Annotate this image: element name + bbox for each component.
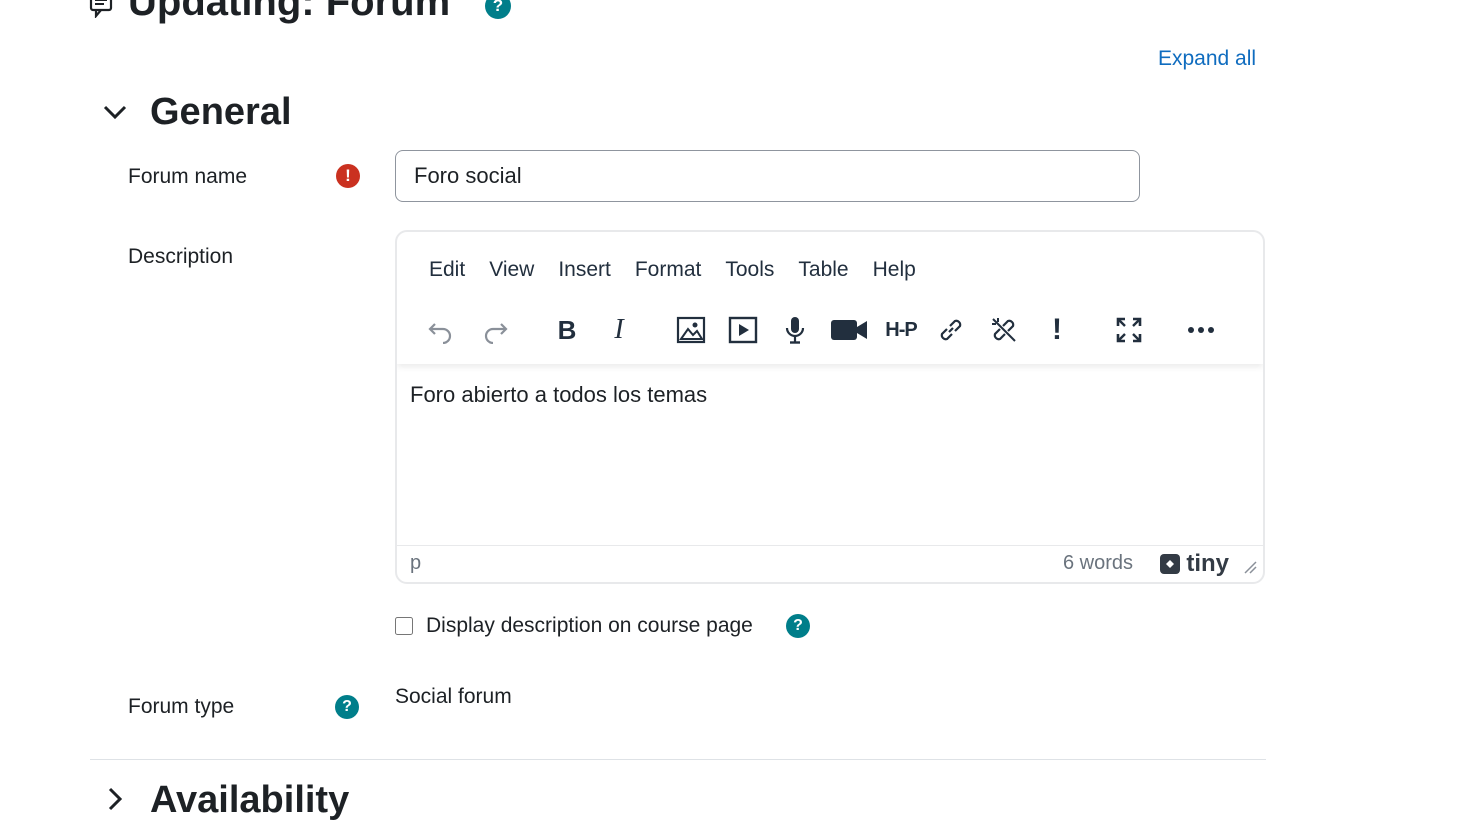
redo-icon[interactable] [475, 310, 515, 350]
editor-statusbar: p 6 words tiny [397, 545, 1263, 582]
menu-help[interactable]: Help [861, 256, 928, 284]
section-divider [90, 759, 1266, 760]
description-label: Description [128, 245, 234, 268]
chevron-down-icon[interactable] [100, 97, 130, 127]
h5p-glyph: H-P [885, 318, 917, 341]
link-icon[interactable] [931, 310, 971, 350]
tiny-logo-icon [1160, 554, 1181, 574]
exclamation-glyph: ! [1052, 313, 1062, 346]
page-title: Updating: Forum [128, 0, 451, 24]
bold-glyph: B [557, 314, 577, 345]
editor-header: Edit View Insert Format Tools Table Help… [397, 232, 1263, 364]
menu-edit[interactable]: Edit [417, 256, 477, 284]
description-editor: Edit View Insert Format Tools Table Help… [395, 230, 1265, 584]
record-audio-icon[interactable] [775, 310, 815, 350]
forum-name-label: Forum name [128, 165, 248, 188]
fullscreen-icon[interactable] [1109, 310, 1149, 350]
section-heading-general[interactable]: General [150, 88, 292, 136]
display-description-checkbox[interactable] [395, 617, 413, 635]
word-count[interactable]: 6 words [1063, 552, 1133, 575]
italic-glyph: I [614, 314, 624, 345]
forum-icon [89, 0, 113, 18]
forum-type-help-icon[interactable]: ? [335, 695, 359, 719]
media-icon[interactable] [723, 310, 763, 350]
italic-icon[interactable]: I [599, 310, 639, 350]
title-help-icon[interactable]: ? [485, 0, 511, 19]
menu-format[interactable]: Format [623, 256, 714, 284]
menu-tools[interactable]: Tools [713, 256, 786, 284]
undo-icon[interactable] [421, 310, 461, 350]
image-icon[interactable] [671, 310, 711, 350]
section-heading-availability[interactable]: Availability [150, 776, 349, 824]
resize-handle-icon[interactable] [1243, 560, 1257, 574]
tiny-logo[interactable]: tiny [1158, 550, 1229, 578]
tiny-brand-text: tiny [1186, 550, 1229, 577]
chevron-right-icon[interactable] [100, 784, 130, 814]
record-video-icon[interactable] [827, 310, 871, 350]
forum-name-input[interactable] [395, 150, 1140, 202]
required-icon: ! [336, 164, 360, 188]
forum-type-value: Social forum [395, 685, 512, 708]
forum-type-label: Forum type [128, 695, 235, 718]
display-description-help-icon[interactable]: ? [786, 614, 810, 638]
accessibility-checker-icon[interactable]: ! [1037, 310, 1077, 350]
menu-view[interactable]: View [477, 256, 546, 284]
element-path[interactable]: p [410, 552, 421, 575]
h5p-icon[interactable]: H-P [881, 310, 921, 350]
expand-all-link[interactable]: Expand all [1158, 47, 1256, 71]
editor-content[interactable]: Foro abierto a todos los temas [410, 382, 707, 408]
menu-insert[interactable]: Insert [546, 256, 623, 284]
bold-icon[interactable]: B [547, 310, 587, 350]
display-description-label[interactable]: Display description on course page [426, 612, 753, 640]
editor-menubar: Edit View Insert Format Tools Table Help [417, 256, 928, 284]
more-icon[interactable] [1181, 310, 1221, 350]
unlink-icon[interactable] [984, 310, 1024, 350]
menu-table[interactable]: Table [786, 256, 860, 284]
